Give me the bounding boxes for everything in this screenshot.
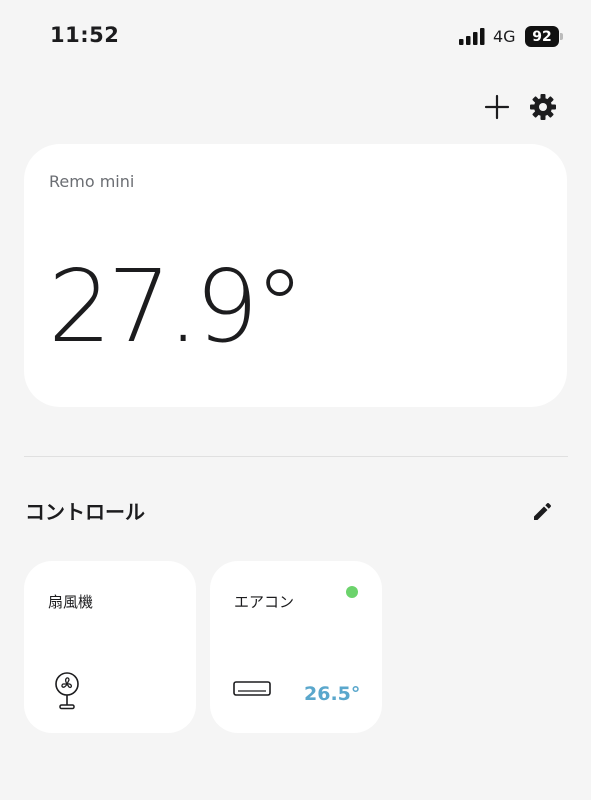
- battery-icon: 92: [525, 26, 563, 47]
- sensor-card[interactable]: Remo mini 27.9°: [24, 144, 567, 407]
- ac-status-indicator: [346, 586, 358, 598]
- fan-icon: [55, 672, 79, 710]
- ac-set-temperature: 26.5°: [304, 683, 361, 705]
- air-conditioner-icon: [233, 681, 271, 696]
- fan-label: 扇風機: [48, 593, 94, 611]
- ac-control-card[interactable]: エアコン 26.5°: [210, 561, 382, 733]
- battery-tip: [560, 33, 563, 40]
- gear-icon[interactable]: [529, 93, 557, 121]
- status-bar: 11:52 4G 92: [0, 0, 591, 72]
- network-type: 4G: [493, 27, 516, 46]
- battery-level: 92: [525, 26, 559, 47]
- top-actions: [0, 92, 591, 124]
- divider: [24, 456, 568, 457]
- fan-control-card[interactable]: 扇風機: [24, 561, 196, 733]
- section-title: コントロール: [25, 500, 145, 524]
- status-time: 11:52: [50, 23, 120, 47]
- device-name: Remo mini: [49, 172, 135, 191]
- cellular-signal-icon: [459, 28, 485, 45]
- add-icon[interactable]: [484, 94, 510, 120]
- edit-icon[interactable]: [531, 501, 553, 523]
- room-temperature: 27.9°: [48, 248, 305, 365]
- ac-label: エアコン: [234, 593, 295, 611]
